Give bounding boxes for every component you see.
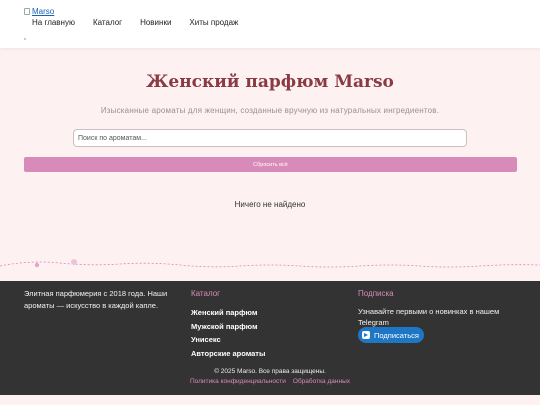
footer-link-women[interactable]: Женский парфюм	[191, 306, 265, 320]
footer-about-text: Элитная парфюмерия с 2018 года. Наши аро…	[24, 289, 168, 310]
subscribe-button-label: Подписаться	[374, 330, 419, 340]
nav-home[interactable]: На главную	[32, 18, 75, 27]
page-subtitle: Изысканные ароматы для женщин, созданные…	[100, 106, 440, 115]
footer-subscribe-title: Подписка	[358, 289, 394, 298]
copyright-text: © 2025 Marso. Все права защищены.	[214, 368, 326, 375]
page-title: Женский парфюм Marso	[146, 72, 394, 92]
telegram-subscribe-button[interactable]: Подписаться	[358, 327, 424, 343]
reset-all-button[interactable]: Сбросить всё	[24, 157, 517, 172]
logo-link[interactable]: Marso	[24, 7, 54, 16]
site-footer: Элитная парфюмерия с 2018 года. Наши аро…	[0, 281, 540, 395]
footer-link-author[interactable]: Авторские ароматы	[191, 347, 265, 361]
footer-link-men[interactable]: Мужской парфюм	[191, 320, 265, 334]
telegram-icon	[362, 331, 370, 339]
broken-image-icon	[24, 8, 30, 15]
footer-link-unisex[interactable]: Унисекс	[191, 333, 265, 347]
site-header: Marso На главную Каталог Новинки Хиты пр…	[0, 0, 540, 48]
footer-catalog-links: Женский парфюм Мужской парфюм Унисекс Ав…	[191, 306, 265, 360]
logo-alt-text: Marso	[32, 7, 55, 16]
search-input[interactable]	[73, 129, 467, 147]
data-processing-link[interactable]: Обработка данных	[293, 378, 350, 385]
privacy-policy-link[interactable]: Политика конфиденциальности	[190, 378, 286, 385]
decorative-wave	[0, 259, 540, 268]
nav-bestsellers[interactable]: Хиты продаж	[189, 18, 238, 27]
footer-catalog-title: Каталог	[191, 289, 221, 298]
wave-dot	[71, 259, 77, 265]
nav-new[interactable]: Новинки	[140, 18, 171, 27]
footer-subscribe-text: Узнавайте первыми о новинках в нашем Tel…	[358, 307, 500, 327]
nav-catalog[interactable]: Каталог	[93, 18, 122, 27]
legal-links: Политика конфиденциальности Обработка да…	[0, 378, 540, 385]
decorative-dot	[24, 38, 26, 40]
empty-results-message: Ничего не найдено	[234, 200, 306, 209]
wave-dot	[34, 262, 40, 268]
wave-line	[0, 261, 540, 268]
main-nav: На главную Каталог Новинки Хиты продаж	[32, 18, 238, 27]
